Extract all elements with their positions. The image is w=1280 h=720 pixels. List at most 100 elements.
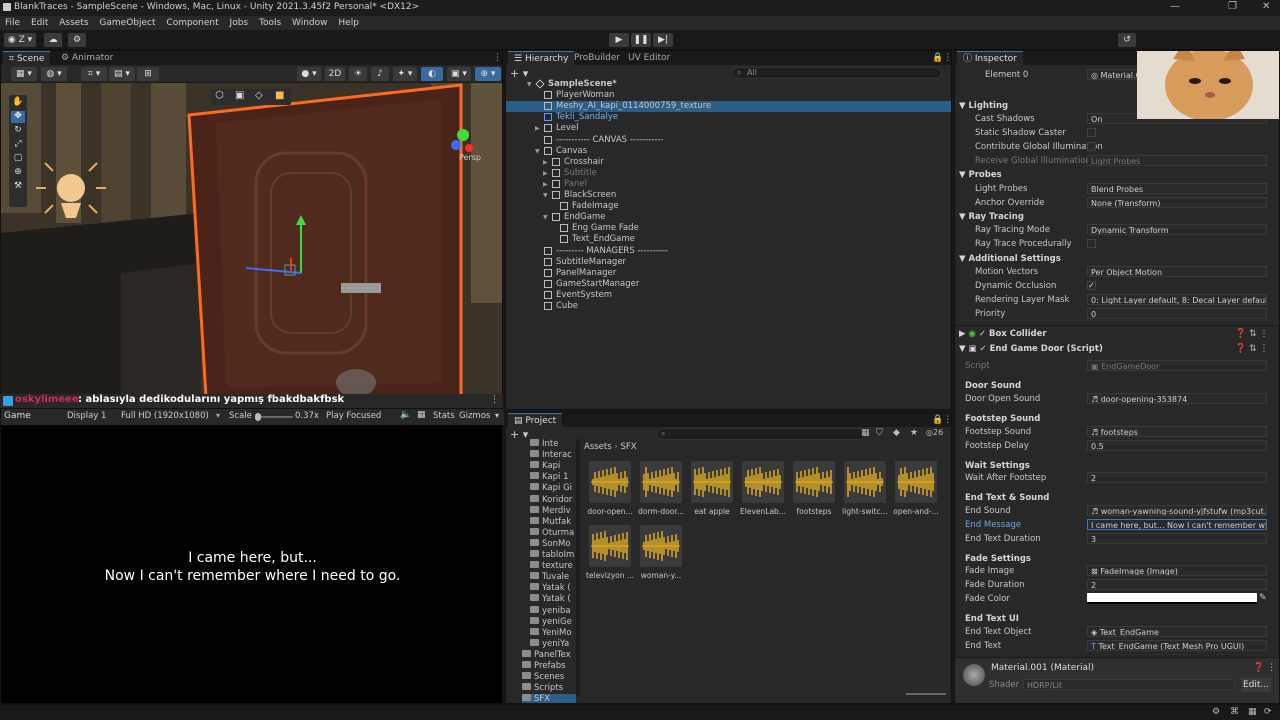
camera-dropdown[interactable]: ▣ ▾ bbox=[447, 67, 471, 81]
hierarchy-item[interactable]: ▼ Canvas bbox=[506, 146, 951, 157]
rect-tool-icon[interactable]: ▢ bbox=[11, 153, 25, 165]
folder-item[interactable]: Yatak ( bbox=[530, 594, 571, 605]
hierarchy-item[interactable]: ▼ BlackScreen bbox=[506, 190, 951, 201]
account-button[interactable]: ◉ Z ▾ bbox=[4, 33, 36, 47]
tab-project[interactable]: ▤ Project bbox=[508, 413, 563, 427]
hierarchy-item[interactable]: FadeImage bbox=[506, 201, 951, 212]
hierarchy-item[interactable]: GameStartManager bbox=[506, 279, 951, 290]
tab-probuilder[interactable]: ProBuilder bbox=[568, 51, 626, 65]
breadcrumb-assets[interactable]: Assets bbox=[584, 442, 612, 452]
footstep-delay-field[interactable]: 0.5 bbox=[1087, 440, 1267, 451]
hierarchy-item[interactable]: ▶ Crosshair bbox=[506, 157, 951, 168]
play-button[interactable]: ▶ bbox=[609, 33, 629, 47]
audio-asset[interactable]: ElevenLab... bbox=[739, 461, 787, 521]
folder-item[interactable]: Tuvale bbox=[530, 572, 569, 583]
shader-edit-button[interactable]: Edit... bbox=[1241, 678, 1271, 692]
tab-scene[interactable]: ⌗ Scene bbox=[3, 51, 51, 65]
help-icon[interactable]: ❓ ⋮ bbox=[1253, 663, 1276, 673]
play-focused-dropdown[interactable]: Play Focused bbox=[326, 411, 381, 421]
move-tool-icon[interactable]: ✥ bbox=[11, 111, 25, 123]
lighting-header[interactable]: ▼ Lighting bbox=[959, 101, 1008, 111]
audio-asset[interactable]: open-and-... bbox=[892, 461, 940, 521]
fade-duration-field[interactable]: 2 bbox=[1087, 579, 1267, 590]
expand-arrow-icon[interactable]: ▼ bbox=[543, 212, 548, 223]
stats-button[interactable]: Stats bbox=[433, 411, 455, 421]
grid-dropdown[interactable]: ▤ ▾ bbox=[109, 67, 135, 81]
script-component-header[interactable]: ▼ ▣ ✓ End Game Door (Script) bbox=[959, 344, 1103, 354]
folder-item[interactable]: Kapi Gi bbox=[530, 483, 572, 494]
end-text-object-field[interactable]: ◈ Text_EndGame bbox=[1087, 626, 1267, 637]
hierarchy-item[interactable]: ▼ EndGame bbox=[506, 212, 951, 223]
hierarchy-item[interactable]: Cube bbox=[506, 301, 951, 312]
breadcrumb-sfx[interactable]: SFX bbox=[620, 442, 636, 452]
additional-settings-header[interactable]: ▼ Additional Settings bbox=[959, 254, 1061, 264]
rotate-tool-icon[interactable]: ↻ bbox=[11, 125, 25, 137]
filter-label-icon[interactable]: ⛉ bbox=[876, 428, 883, 438]
transform-tool-icon[interactable]: ⊕ bbox=[11, 167, 25, 179]
menu-file[interactable]: File bbox=[5, 18, 20, 28]
cache-icon[interactable]: ▦ bbox=[1248, 707, 1257, 717]
folder-scrollbar[interactable] bbox=[576, 439, 580, 697]
maximize-icon[interactable]: ❐ bbox=[1228, 1, 1237, 12]
hierarchy-item[interactable]: Meshy_AI_kapi_0114000759_texture bbox=[506, 101, 951, 113]
pause-button[interactable]: ❚❚ bbox=[631, 33, 651, 47]
display-dropdown[interactable]: Display 1 bbox=[67, 411, 106, 421]
hierarchy-item[interactable]: ----------- CANVAS ----------- bbox=[506, 135, 951, 146]
ray-tracing-header[interactable]: ▼ Ray Tracing bbox=[959, 212, 1024, 222]
collab-icon[interactable]: ⚙ bbox=[68, 33, 86, 47]
expand-arrow-icon[interactable]: ▶ bbox=[535, 123, 540, 134]
folder-item[interactable]: yeniba bbox=[530, 605, 571, 617]
eyedropper-icon[interactable]: ✎ bbox=[1259, 593, 1267, 603]
lighting-toggle-icon[interactable]: ☀ bbox=[349, 67, 367, 81]
gizmos-button[interactable]: Gizmos bbox=[459, 411, 490, 421]
audio-asset[interactable]: door-open... bbox=[586, 461, 634, 521]
folder-item[interactable]: Kapi bbox=[530, 461, 560, 472]
draw-mode-dropdown[interactable]: ▦ ▾ bbox=[11, 67, 37, 81]
hierarchy-search[interactable]: ⌕ All bbox=[732, 67, 942, 79]
folder-item[interactable]: tabloIm bbox=[530, 550, 574, 561]
folder-item[interactable]: Merdiv bbox=[530, 505, 571, 517]
sync-icon[interactable]: ⟳ bbox=[1264, 707, 1272, 717]
folder-item[interactable]: SonMo bbox=[530, 538, 571, 550]
globe-dropdown[interactable]: ◍ ▾ bbox=[41, 67, 67, 81]
menu-jobs[interactable]: Jobs bbox=[230, 18, 249, 28]
scale-slider[interactable] bbox=[257, 416, 293, 418]
ray-mode-dropdown[interactable]: Dynamic Transform bbox=[1087, 224, 1267, 235]
folder-item[interactable]: yeniYa bbox=[530, 638, 569, 650]
anchor-override-field[interactable]: None (Transform) bbox=[1087, 197, 1267, 208]
fade-image-field[interactable]: ⊠ FadeImage (Image) bbox=[1087, 565, 1267, 576]
hierarchy-item[interactable]: EventSystem bbox=[506, 290, 951, 301]
folder-item[interactable]: Scenes bbox=[522, 672, 564, 683]
menu-assets[interactable]: Assets bbox=[59, 18, 88, 28]
folder-item[interactable]: Koridor bbox=[530, 494, 572, 506]
folder-item[interactable]: Prefabs bbox=[522, 661, 566, 672]
folder-item[interactable]: PanelTex bbox=[522, 649, 571, 661]
shader-dropdown[interactable]: HDRP/Lit bbox=[1023, 679, 1235, 690]
hierarchy-item[interactable]: PanelManager bbox=[506, 268, 951, 279]
menu-tools[interactable]: Tools bbox=[259, 18, 281, 28]
probes-header[interactable]: ▼ Probes bbox=[959, 170, 1002, 180]
hierarchy-item[interactable]: ▶ Subtitle bbox=[506, 168, 951, 179]
expand-arrow-icon[interactable]: ▼ bbox=[543, 190, 548, 201]
folder-item[interactable]: Yatak ( bbox=[530, 583, 571, 594]
chevron-down-icon[interactable]: ▾ bbox=[495, 411, 499, 420]
tab-hierarchy[interactable]: ☰ Hierarchy bbox=[508, 51, 575, 65]
menu-gameobject[interactable]: GameObject bbox=[99, 18, 155, 28]
edge-mode-icon[interactable]: ◇ bbox=[255, 90, 263, 101]
scene-viewport[interactable]: ✋ ✥ ↻ ⤢ ▢ ⊕ ⚒ ⬡ ▣ ◇ ■ Persp bbox=[1, 83, 502, 395]
gizmos-dropdown[interactable]: ⊕ ▾ bbox=[475, 67, 501, 81]
hierarchy-item[interactable]: Tekli_Sandalye bbox=[506, 112, 951, 123]
zoom-slider[interactable] bbox=[906, 693, 946, 695]
expand-arrow-icon[interactable]: ▼ bbox=[535, 146, 540, 157]
face-mode-icon[interactable]: ■ bbox=[275, 90, 284, 101]
hierarchy-item[interactable]: Text_EndGame bbox=[506, 234, 951, 245]
grid-snap-dropdown[interactable]: ⌗ ▾ bbox=[81, 67, 107, 81]
rendering-layer-dropdown[interactable]: 0: Light Layer default, 8: Decal Layer d… bbox=[1087, 294, 1267, 305]
end-text-field[interactable]: T Text_EndGame (Text Mesh Pro UGUI) bbox=[1087, 640, 1267, 651]
end-sound-field[interactable]: ♬ woman-yawning-sound-yjfstufw (mp3cut. bbox=[1087, 505, 1267, 516]
keyboard-icon[interactable]: ▦ bbox=[417, 410, 426, 420]
more-icon[interactable]: ⋮ bbox=[487, 51, 502, 65]
dynamic-occlusion-checkbox[interactable]: ✓ bbox=[1087, 281, 1096, 290]
tag-icon[interactable]: ◆ bbox=[893, 428, 900, 438]
hierarchy-item[interactable]: PlayerWoman bbox=[506, 90, 951, 101]
